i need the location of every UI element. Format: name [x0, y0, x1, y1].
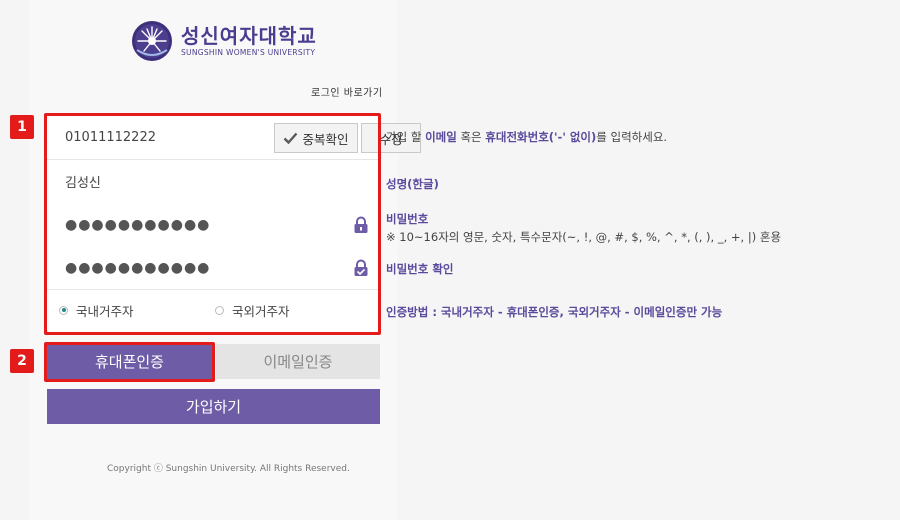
- guide-password-confirm-title: 비밀번호 확인: [386, 262, 454, 276]
- guide-id-mid: 혹은: [456, 130, 486, 144]
- highlight-box-1: [44, 113, 381, 335]
- university-logo[interactable]: 성신여자대학교 SUNGSHIN WOMEN'S UNIVERSITY: [131, 19, 317, 63]
- guide-password-title: 비밀번호: [386, 212, 429, 226]
- join-button[interactable]: 가입하기: [47, 389, 380, 424]
- guide-name-title: 성명(한글): [386, 177, 439, 191]
- guide-id-pre: 가입 할: [386, 130, 426, 144]
- highlight-box-2: [44, 342, 215, 382]
- copyright-text: Copyright ⓒ Sungshin University. All Rig…: [107, 464, 350, 474]
- login-shortcut-link[interactable]: 로그인 바로가기: [311, 84, 383, 99]
- guide-id-post: 를 입력하세요.: [596, 130, 668, 144]
- guide-id-phone: 휴대전화번호('-' 없이): [485, 130, 597, 144]
- logo-name-kr: 성신여자대학교: [181, 23, 317, 48]
- guide-id-email: 이메일: [425, 130, 457, 144]
- annotation-badge-1: 1: [10, 115, 34, 139]
- university-emblem-icon: [132, 21, 172, 61]
- annotation-badge-2: 2: [10, 349, 34, 373]
- tab-email-auth-label: 이메일인증: [263, 353, 333, 371]
- guide-id: 가입 할 이메일 혹은 휴대전화번호('-' 없이)를 입력하세요.: [386, 129, 667, 145]
- guide-auth-note: 인증방법 : 국내거주자 - 휴대폰인증, 국외거주자 - 이메일인증만 가능: [386, 305, 723, 319]
- tab-email-auth[interactable]: 이메일인증: [216, 344, 380, 379]
- logo-name-en: SUNGSHIN WOMEN'S UNIVERSITY: [181, 47, 316, 57]
- join-button-label: 가입하기: [185, 398, 242, 416]
- guide-password-rule: ※ 10~16자의 영문, 숫자, 특수문자(~, !, @, #, $, %,…: [386, 230, 782, 244]
